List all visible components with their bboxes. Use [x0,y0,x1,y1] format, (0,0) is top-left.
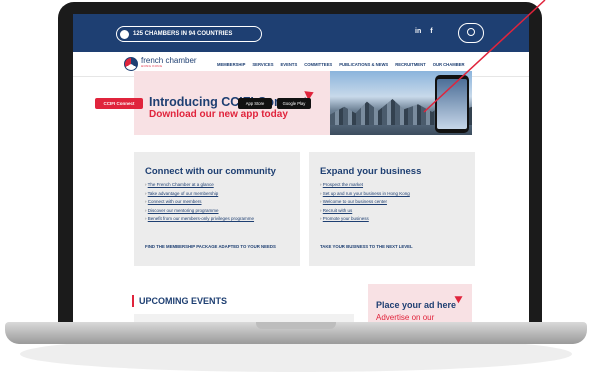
pointer-line [423,0,546,113]
